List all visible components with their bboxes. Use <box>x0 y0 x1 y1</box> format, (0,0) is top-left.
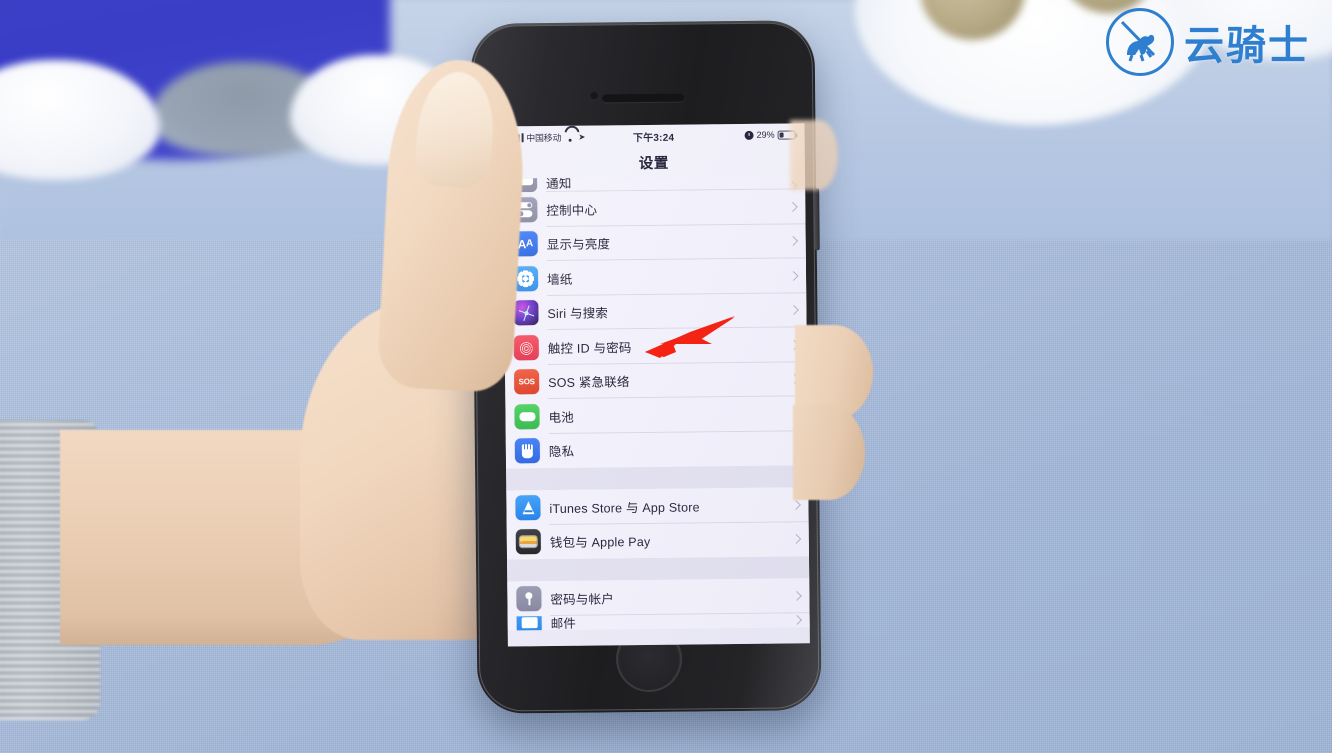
sidebar-item-sos[interactable]: SOS SOS 紧急联络 <box>504 361 808 400</box>
settings-group-system: 通知 控制中心 AA 显示与亮度 墙纸 Siri 与搜索 触控 ID 与密码 S… <box>503 175 809 469</box>
list-item-label: 控制中心 <box>546 203 598 218</box>
watermark: 云骑士 <box>1106 8 1310 76</box>
settings-list[interactable]: 通知 控制中心 AA 显示与亮度 墙纸 Siri 与搜索 触控 ID 与密码 S… <box>503 175 810 647</box>
group-separator <box>506 465 809 491</box>
list-item-label: 隐私 <box>548 445 575 460</box>
list-item-label: 墙纸 <box>547 272 573 287</box>
sidebar-item-wallet-apple-pay[interactable]: 钱包与 Apple Pay <box>506 521 809 560</box>
sidebar-item-siri-search[interactable]: Siri 与搜索 <box>504 292 807 331</box>
chevron-right-icon <box>791 534 802 545</box>
battery-percent-label: 29% <box>756 129 775 140</box>
chevron-right-icon <box>792 614 803 625</box>
finger-top <box>790 120 838 190</box>
list-item-label: 邮件 <box>550 616 577 630</box>
knight-horse-circle-icon <box>1106 8 1174 76</box>
list-item-label: 钱包与 Apple Pay <box>549 535 651 551</box>
list-item-label: 密码与帐户 <box>550 592 615 607</box>
watermark-text: 云骑士 <box>1184 23 1310 69</box>
sidebar-item-privacy[interactable]: 隐私 <box>505 430 809 469</box>
scene: 中国移动 ➤ 下午3:24 29% 设置 通知 控制中心 A A 显示与亮度 墙… <box>0 0 1332 753</box>
siri-icon <box>513 300 539 326</box>
alarm-clock-icon <box>744 130 754 140</box>
sidebar-item-mail-partial[interactable]: 邮件 <box>507 612 810 630</box>
chevron-right-icon <box>791 499 801 510</box>
front-camera-icon <box>589 90 600 101</box>
battery-settings-icon <box>514 403 540 430</box>
phone-screen: 中国移动 ➤ 下午3:24 29% 设置 通知 控制中心 A A 显示与亮度 墙… <box>502 123 810 647</box>
phone-device: 中国移动 ➤ 下午3:24 29% 设置 通知 控制中心 A A 显示与亮度 墙… <box>469 20 822 714</box>
sidebar-item-battery[interactable]: 电池 <box>505 396 808 434</box>
mail-icon <box>516 612 542 630</box>
sos-icon: SOS <box>514 369 540 395</box>
list-item-label: SOS 紧急联络 <box>548 375 630 391</box>
sidebar-item-control-center[interactable]: 控制中心 <box>503 189 806 227</box>
sidebar-item-passwords-accounts[interactable]: 密码与帐户 <box>507 578 810 616</box>
list-item-label: iTunes Store 与 App Store <box>549 500 700 516</box>
chevron-right-icon <box>788 305 799 316</box>
wallet-icon <box>515 529 541 555</box>
chevron-right-icon <box>788 270 799 281</box>
earpiece-speaker-icon <box>602 93 685 103</box>
sidebar-item-wallpaper[interactable]: 墙纸 <box>503 258 807 296</box>
app-store-icon <box>515 494 541 521</box>
passwords-key-icon <box>516 585 542 612</box>
finger-middle <box>793 405 865 500</box>
chevron-right-icon <box>788 236 799 247</box>
list-item-label: 触控 ID 与密码 <box>547 340 632 356</box>
group-separator <box>507 556 810 582</box>
page-title: 设置 <box>638 155 669 172</box>
sidebar-item-touch-id-passcode[interactable]: 触控 ID 与密码 <box>504 327 807 365</box>
touch-id-icon <box>513 334 539 361</box>
settings-group-accounts: 密码与帐户 邮件 <box>507 578 810 630</box>
list-item-label: 电池 <box>548 410 575 425</box>
chevron-right-icon <box>787 201 798 212</box>
list-item-label: Siri 与搜索 <box>547 306 609 322</box>
chevron-right-icon <box>791 590 802 601</box>
status-bar: 中国移动 ➤ 下午3:24 29% <box>502 123 805 149</box>
privacy-hand-icon <box>514 438 541 464</box>
list-item-label: 通知 <box>546 176 572 192</box>
settings-group-store: iTunes Store 与 App Store 钱包与 Apple Pay <box>506 487 809 560</box>
sidebar-item-display-brightness[interactable]: AA 显示与亮度 <box>503 223 806 262</box>
list-item-label: 显示与亮度 <box>546 237 611 253</box>
sidebar-item-itunes-app-store[interactable]: iTunes Store 与 App Store <box>506 487 809 525</box>
power-button[interactable] <box>814 188 820 251</box>
navigation-bar: 设置 <box>502 145 806 179</box>
